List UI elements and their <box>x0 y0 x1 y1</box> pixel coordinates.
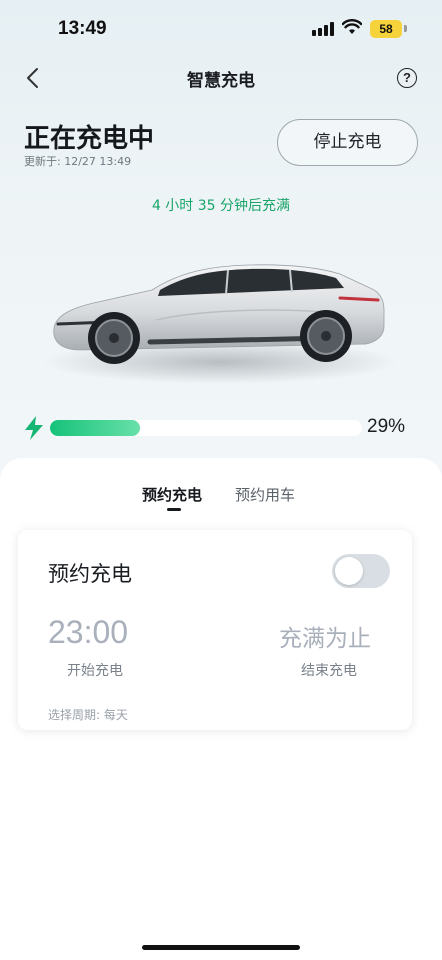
update-time: 更新于: 12/27 13:49 <box>24 155 132 168</box>
end-condition-value[interactable]: 充满为止 <box>279 619 371 653</box>
active-tab-indicator <box>167 508 181 511</box>
start-time-value[interactable]: 23:00 <box>48 614 128 651</box>
remaining-time-text: 4 小时 35 分钟后充满 <box>151 198 291 214</box>
battery-icon: 58 <box>370 20 402 38</box>
schedule-card-title: 预约充电 <box>48 562 132 586</box>
tab-scheduled-charging[interactable]: 预约充电 <box>142 484 202 505</box>
status-bar: 13:49 58 <box>0 0 442 56</box>
stop-charging-button[interactable]: 停止充电 <box>277 119 418 166</box>
lightning-bolt-icon <box>25 416 43 440</box>
tab-scheduled-departure[interactable]: 预约用车 <box>235 484 295 505</box>
battery-tip <box>404 25 407 32</box>
charge-progress-fill <box>50 420 141 436</box>
page-title: 智慧充电 <box>187 71 255 91</box>
end-condition-label: 结束充电 <box>301 663 357 679</box>
charging-status-title: 正在充电中 <box>24 124 155 154</box>
help-icon[interactable]: ? <box>397 68 417 88</box>
schedule-card: 预约充电 23:00 开始充电 充满为止 结束充电 选择周期: 每天 <box>18 530 412 730</box>
wifi-icon <box>342 19 362 34</box>
status-time: 13:49 <box>58 18 107 39</box>
home-indicator <box>142 945 300 950</box>
schedule-cycle[interactable]: 选择周期: 每天 <box>48 706 128 723</box>
signal-icon <box>312 22 334 36</box>
car-image <box>42 264 398 384</box>
toggle-knob <box>335 557 363 585</box>
start-time-label: 开始充电 <box>67 663 123 679</box>
schedule-toggle[interactable] <box>332 554 390 588</box>
charge-percent: 29% <box>367 416 406 437</box>
charge-progress-bar <box>50 420 362 436</box>
